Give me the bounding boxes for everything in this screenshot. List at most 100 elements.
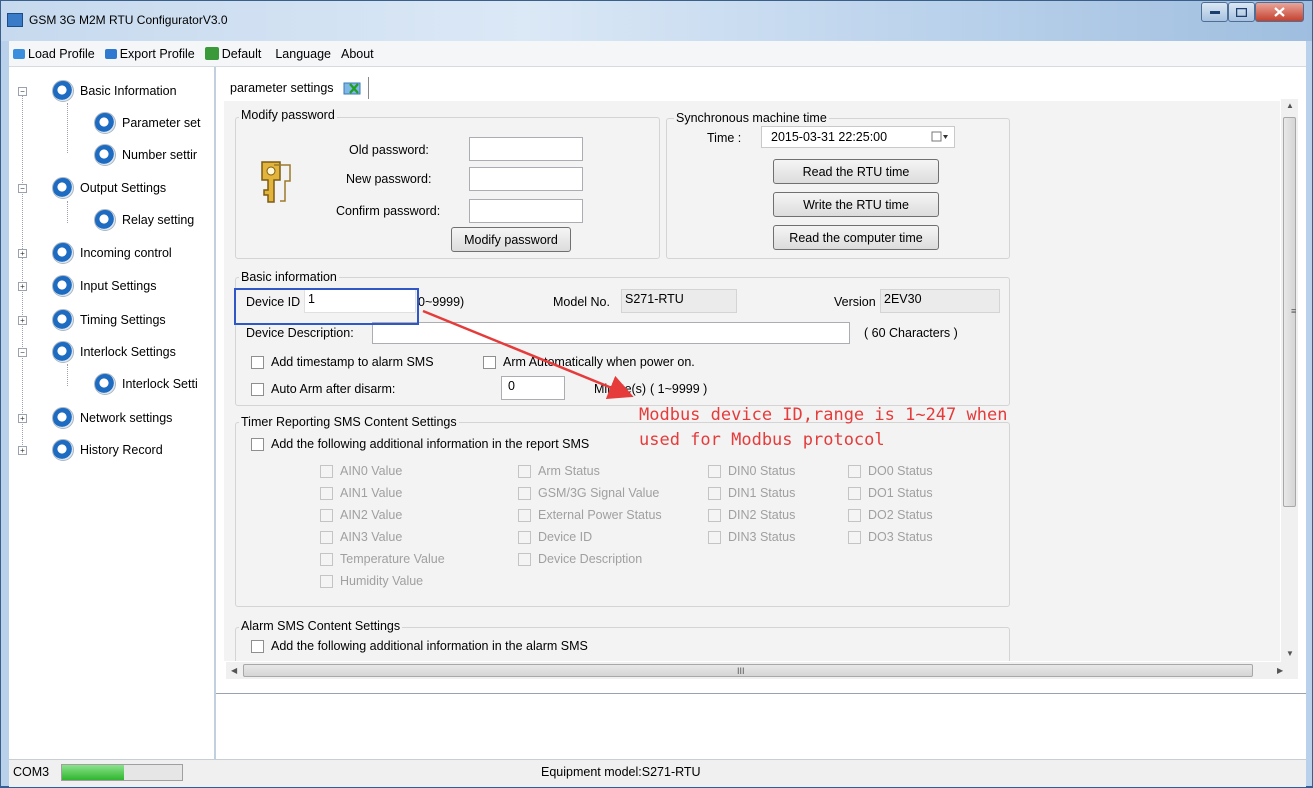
close-icon [1274, 7, 1285, 17]
timer-add-info-checkbox[interactable]: Add the following additional information… [251, 437, 589, 451]
device-description-input[interactable] [372, 322, 850, 344]
main-content: parameter settings Modify password Old p… [216, 67, 1306, 693]
expand-icon[interactable]: + [18, 249, 27, 258]
menu-default[interactable]: Default [201, 43, 266, 65]
alarm-sms-title: Alarm SMS Content Settings [239, 619, 403, 633]
option-signal-value[interactable]: GSM/3G Signal Value [518, 486, 659, 500]
collapse-icon[interactable]: − [18, 184, 27, 193]
sidebar-item-relay-setting[interactable]: Relay setting [94, 207, 194, 233]
node-icon [52, 439, 74, 461]
minimize-button[interactable] [1201, 2, 1228, 22]
option-external-power-status[interactable]: External Power Status [518, 508, 662, 522]
sidebar-item-parameter-settings[interactable]: Parameter set [94, 110, 201, 136]
sidebar-item-basic-information[interactable]: − Basic Information [17, 78, 177, 104]
sidebar-item-interlock-settings[interactable]: − Interlock Settings [17, 339, 176, 365]
time-label: Time : [707, 131, 742, 145]
device-description-label: Device Description: [246, 326, 354, 340]
sidebar-item-interlock-setting[interactable]: Interlock Setti [94, 371, 198, 397]
checkbox-box[interactable] [251, 382, 264, 396]
option-din3-status[interactable]: DIN3 Status [708, 530, 795, 544]
sidebar-item-incoming-control[interactable]: + Incoming control [17, 240, 172, 266]
confirm-password-input[interactable] [469, 199, 583, 223]
minimize-icon [1209, 11, 1220, 14]
option-do1-status[interactable]: DO1 Status [848, 486, 933, 500]
option-ain1-value[interactable]: AIN1 Value [320, 486, 402, 500]
sidebar-item-number-settings[interactable]: Number settir [94, 142, 197, 168]
scroll-down-icon[interactable]: ▼ [1286, 649, 1294, 658]
expand-icon[interactable]: + [18, 414, 27, 423]
annotation-text: Modbus device ID,range is 1~247 when use… [639, 403, 1059, 453]
option-ain0-value[interactable]: AIN0 Value [320, 464, 402, 478]
menu-export-profile[interactable]: Export Profile [101, 43, 199, 65]
checkbox-box[interactable] [251, 355, 264, 369]
option-din0-status[interactable]: DIN0 Status [708, 464, 795, 478]
option-device-description[interactable]: Device Description [518, 552, 642, 566]
option-din2-status[interactable]: DIN2 Status [708, 508, 795, 522]
modify-password-button[interactable]: Modify password [451, 227, 571, 252]
timestamp-checkbox[interactable]: Add timestamp to alarm SMS [251, 355, 434, 369]
checkbox-box[interactable] [251, 639, 264, 653]
window-title: GSM 3G M2M RTU ConfiguratorV3.0 [29, 13, 228, 27]
arm-automatically-checkbox[interactable]: Arm Automatically when power on. [483, 355, 695, 369]
checkbox-box[interactable] [251, 437, 264, 451]
expand-icon[interactable]: + [18, 446, 27, 455]
sidebar-item-timing-settings[interactable]: + Timing Settings [17, 307, 166, 333]
option-temperature-value[interactable]: Temperature Value [320, 552, 445, 566]
title-bar[interactable]: GSM 3G M2M RTU ConfiguratorV3.0 [1, 1, 1312, 41]
auto-arm-minutes-input[interactable]: 0 [501, 376, 565, 400]
option-ain2-value[interactable]: AIN2 Value [320, 508, 402, 522]
write-rtu-time-button[interactable]: Write the RTU time [773, 192, 939, 217]
collapse-icon[interactable]: − [18, 87, 27, 96]
expand-icon[interactable]: + [18, 282, 27, 291]
menu-bar: Load Profile Export Profile Default Lang… [9, 41, 1306, 67]
sidebar-item-history-record[interactable]: + History Record [17, 437, 163, 463]
alarm-add-info-checkbox[interactable]: Add the following additional information… [251, 639, 588, 653]
read-computer-time-button[interactable]: Read the computer time [773, 225, 939, 250]
menu-about[interactable]: About [337, 43, 378, 65]
horizontal-scroll-thumb[interactable] [243, 664, 1253, 677]
tab-close-icon[interactable] [342, 80, 364, 96]
scroll-up-icon[interactable]: ▲ [1286, 101, 1294, 110]
calendar-dropdown-icon[interactable] [931, 131, 949, 143]
default-icon [204, 47, 219, 60]
minutes-range: ( 1~9999 ) [650, 382, 708, 396]
expand-icon[interactable]: + [18, 316, 27, 325]
old-password-input[interactable] [469, 137, 583, 161]
export-icon [104, 48, 117, 59]
time-picker[interactable]: 2015-03-31 22:25:00 [761, 126, 955, 148]
sidebar-item-output-settings[interactable]: − Output Settings [17, 175, 166, 201]
scroll-left-icon[interactable]: ◀ [231, 666, 237, 675]
scroll-grip-icon: ≡ [1291, 306, 1297, 316]
option-humidity-value[interactable]: Humidity Value [320, 574, 423, 588]
option-ain3-value[interactable]: AIN3 Value [320, 530, 402, 544]
read-rtu-time-button[interactable]: Read the RTU time [773, 159, 939, 184]
version-value: 2EV30 [880, 289, 1000, 313]
node-icon [52, 177, 74, 199]
close-button[interactable] [1255, 2, 1304, 22]
sidebar-item-network-settings[interactable]: + Network settings [17, 405, 172, 431]
new-password-input[interactable] [469, 167, 583, 191]
maximize-icon [1236, 7, 1247, 17]
maximize-button[interactable] [1228, 2, 1255, 22]
basic-information-title: Basic information [239, 270, 339, 284]
minutes-label: Minute(s) [594, 382, 647, 396]
sync-time-title: Synchronous machine time [674, 111, 829, 125]
node-icon [94, 373, 116, 395]
collapse-icon[interactable]: − [18, 348, 27, 357]
checkbox-box[interactable] [483, 355, 496, 369]
menu-load-profile[interactable]: Load Profile [9, 43, 99, 65]
sidebar-item-input-settings[interactable]: + Input Settings [17, 273, 156, 299]
menu-language[interactable]: Language [271, 43, 335, 65]
node-icon [52, 341, 74, 363]
auto-arm-checkbox[interactable]: Auto Arm after disarm: [251, 382, 395, 396]
scroll-right-icon[interactable]: ▶ [1277, 666, 1283, 675]
option-do0-status[interactable]: DO0 Status [848, 464, 933, 478]
option-din1-status[interactable]: DIN1 Status [708, 486, 795, 500]
option-do3-status[interactable]: DO3 Status [848, 530, 933, 544]
option-arm-status[interactable]: Arm Status [518, 464, 600, 478]
time-value: 2015-03-31 22:25:00 [771, 130, 888, 144]
tab-parameter-settings[interactable]: parameter settings [226, 77, 369, 99]
option-do2-status[interactable]: DO2 Status [848, 508, 933, 522]
option-device-id[interactable]: Device ID [518, 530, 592, 544]
model-value: S271-RTU [621, 289, 737, 313]
